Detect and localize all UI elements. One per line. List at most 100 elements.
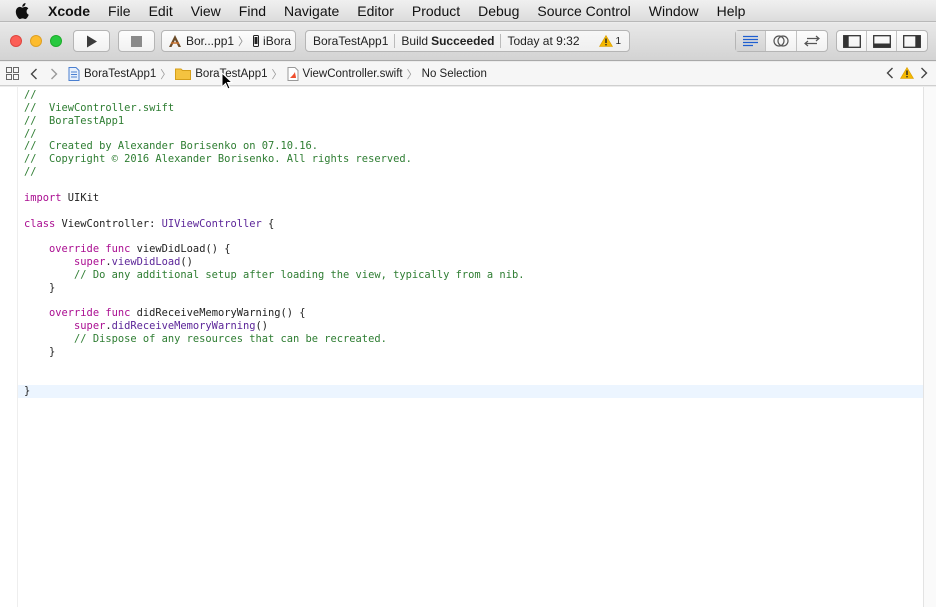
activity-time: Today at 9:32 xyxy=(507,34,580,48)
run-button[interactable] xyxy=(73,30,110,52)
menu-edit[interactable]: Edit xyxy=(140,0,182,22)
code-token-comment: // xyxy=(24,89,37,101)
code-line[interactable]: super.viewDidLoad() xyxy=(24,256,193,269)
chevron-left-icon xyxy=(886,67,893,78)
editor-gutter xyxy=(0,87,18,607)
code-token-keyword: override xyxy=(24,307,100,320)
scheme-selector[interactable]: Bor...pp1 〉 iBora xyxy=(161,30,296,52)
menu-window[interactable]: Window xyxy=(640,0,708,22)
code-line[interactable]: override func didReceiveMemoryWarning() … xyxy=(24,307,306,320)
code-token-text: } xyxy=(24,281,56,294)
standard-editor-icon xyxy=(743,35,759,47)
code-line[interactable]: } xyxy=(24,346,55,359)
menu-source-control[interactable]: Source Control xyxy=(528,0,639,22)
code-token-text: () xyxy=(180,256,193,269)
activity-divider-2 xyxy=(500,34,502,48)
code-line[interactable]: // ViewController.swift xyxy=(24,102,174,115)
code-token-keyword: import xyxy=(24,191,62,204)
code-token-comment: // Do any additional setup after loading… xyxy=(24,268,525,281)
menu-navigate[interactable]: Navigate xyxy=(275,0,348,22)
project-file-icon xyxy=(68,66,80,81)
crumb-symbol[interactable]: No Selection xyxy=(422,68,487,80)
zoom-window-button[interactable] xyxy=(50,35,62,47)
activity-viewer: BoraTestApp1 Build Succeeded Today at 9:… xyxy=(305,30,630,52)
menu-editor[interactable]: Editor xyxy=(348,0,403,22)
menu-file[interactable]: File xyxy=(99,0,140,22)
apple-menu-icon[interactable] xyxy=(12,0,32,22)
code-line[interactable]: // Copyright © 2016 Alexander Borisenko.… xyxy=(24,153,412,166)
code-token-comment: // ViewController.swift xyxy=(24,101,175,114)
close-window-button[interactable] xyxy=(10,35,22,47)
assistant-editor-button[interactable] xyxy=(766,31,797,51)
previous-issue-button[interactable] xyxy=(886,67,894,82)
forward-button[interactable] xyxy=(44,68,64,80)
code-token-text: () xyxy=(255,320,268,333)
code-token-comment: // Dispose of any resources that can be … xyxy=(24,333,387,346)
activity-status-prefix: Build xyxy=(401,34,429,48)
navigator-toggle-button[interactable] xyxy=(837,31,867,51)
current-code-line[interactable]: } xyxy=(18,384,923,398)
source-editor[interactable]: //// ViewController.swift// BoraTestApp1… xyxy=(18,87,923,607)
app-target-icon xyxy=(169,35,181,47)
code-line[interactable]: super.didReceiveMemoryWarning() xyxy=(24,320,268,333)
folder-icon xyxy=(175,68,192,80)
code-token-class: didReceiveMemoryWarning xyxy=(111,320,256,333)
scheme-name: Bor...pp1 xyxy=(186,34,235,48)
code-token-text: UIKit xyxy=(61,191,100,204)
code-token-text: { xyxy=(261,217,275,230)
stop-button[interactable] xyxy=(118,30,155,52)
crumb-separator: 〉 xyxy=(271,68,283,81)
code-token-comment: // Created by Alexander Borisenko on 07.… xyxy=(24,140,319,153)
iphone-icon xyxy=(253,35,260,47)
bottom-panel-icon xyxy=(872,34,891,48)
code-token-text: } xyxy=(24,346,56,358)
menu-help[interactable]: Help xyxy=(708,0,755,22)
issue-warning-button[interactable] xyxy=(899,66,915,82)
crumb-file[interactable]: ViewController.swift xyxy=(287,66,403,81)
code-line[interactable]: // Created by Alexander Borisenko on 07.… xyxy=(24,140,318,153)
crumb-separator: 〉 xyxy=(160,68,172,81)
code-token-keyword: override xyxy=(24,243,100,256)
minimize-window-button[interactable] xyxy=(30,35,42,47)
code-line[interactable]: } xyxy=(24,282,55,295)
debug-area-toggle-button[interactable] xyxy=(867,31,897,51)
code-line[interactable]: // BoraTestApp1 xyxy=(24,115,124,128)
version-editor-icon xyxy=(803,35,820,47)
crumb-separator: 〉 xyxy=(406,68,418,81)
code-token-text: didReceiveMemoryWarning() { xyxy=(130,307,306,320)
code-line[interactable]: // xyxy=(24,89,37,102)
menu-view[interactable]: View xyxy=(182,0,230,22)
editor-scrollbar[interactable] xyxy=(923,87,936,607)
scheme-separator: 〉 xyxy=(238,36,250,48)
right-panel-icon xyxy=(903,34,921,48)
code-line[interactable]: // Dispose of any resources that can be … xyxy=(24,333,387,346)
menu-app-xcode[interactable]: Xcode xyxy=(44,0,99,22)
menu-debug[interactable]: Debug xyxy=(469,0,528,22)
warning-indicator[interactable]: 1 xyxy=(599,35,621,47)
code-token-keyword: func xyxy=(105,307,131,320)
related-items-button[interactable] xyxy=(0,67,24,80)
code-line[interactable]: // xyxy=(24,128,37,141)
assistant-editor-icon xyxy=(773,35,789,47)
editor-mode-segmented xyxy=(735,30,828,52)
menu-bar: Xcode File Edit View Find Navigate Edito… xyxy=(0,0,936,22)
grid-icon xyxy=(5,67,19,80)
next-issue-button[interactable] xyxy=(920,67,928,82)
code-token-text: viewDidLoad() { xyxy=(130,243,231,256)
version-editor-button[interactable] xyxy=(797,31,827,51)
code-token-keyword: func xyxy=(105,243,131,256)
code-line[interactable]: import UIKit xyxy=(24,192,99,205)
menu-find[interactable]: Find xyxy=(230,0,275,22)
code-line[interactable]: // Do any additional setup after loading… xyxy=(24,269,524,282)
crumb-project[interactable]: BoraTestApp1 xyxy=(68,66,156,81)
issue-navigation xyxy=(886,62,928,86)
code-token-class: UIViewController xyxy=(161,217,262,230)
code-line[interactable]: override func viewDidLoad() { xyxy=(24,243,230,256)
back-button[interactable] xyxy=(24,68,44,80)
standard-editor-button[interactable] xyxy=(736,31,767,51)
code-line[interactable]: // xyxy=(24,166,37,179)
code-line[interactable]: class ViewController: UIViewController { xyxy=(24,218,274,231)
crumb-symbol-label: No Selection xyxy=(421,67,487,80)
menu-product[interactable]: Product xyxy=(403,0,469,22)
utilities-toggle-button[interactable] xyxy=(897,31,927,51)
